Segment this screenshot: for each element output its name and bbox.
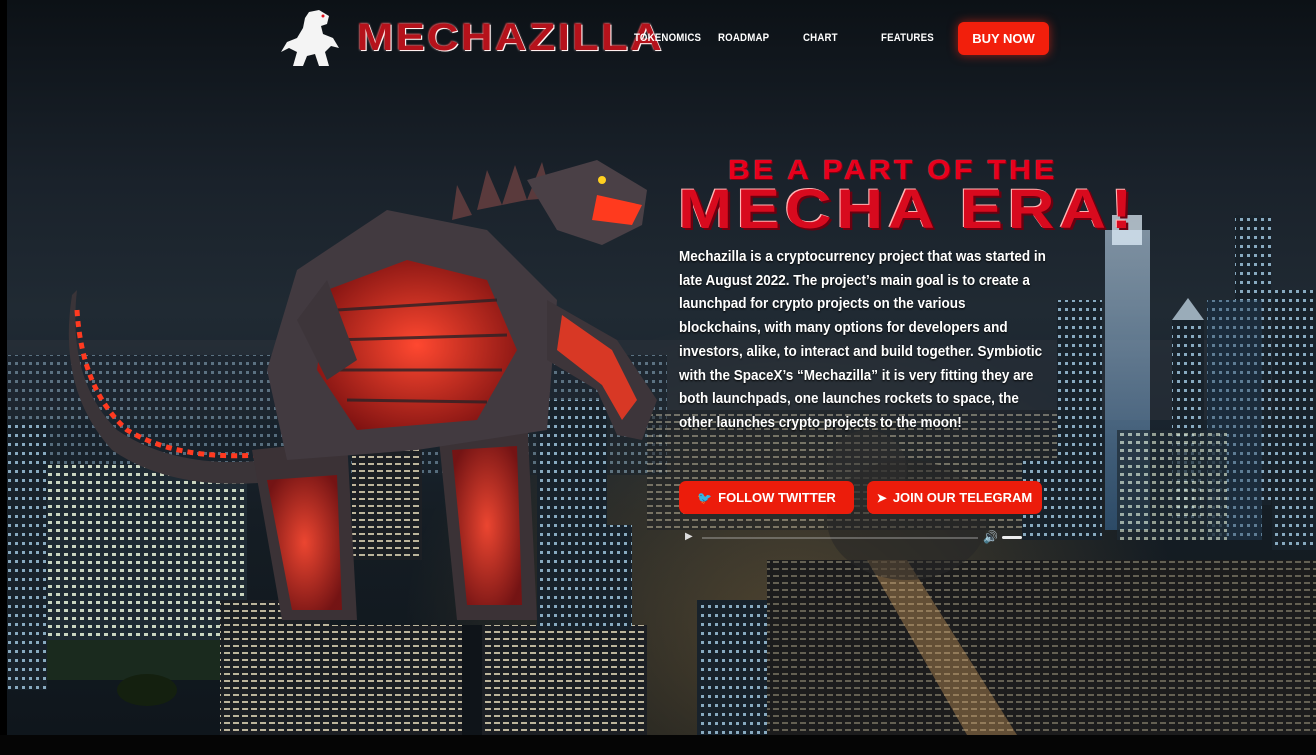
brand-name: MECHAZILLA [357, 16, 665, 59]
nav-features[interactable]: FEATURES [881, 32, 934, 44]
follow-twitter-label: FOLLOW TWITTER [718, 490, 836, 505]
hero-description: Mechazilla is a cryptocurrency project t… [679, 248, 1046, 431]
follow-twitter-button[interactable]: 🐦 FOLLOW TWITTER [679, 481, 854, 514]
telegram-plane-icon: ➤ [876, 490, 887, 505]
join-telegram-label: JOIN OUR TELEGRAM [892, 490, 1033, 505]
mechazilla-monster-icon [281, 10, 339, 66]
brand-logo[interactable]: MECHAZILLA [279, 8, 662, 68]
play-icon[interactable]: ▶ [685, 531, 693, 542]
join-telegram-button[interactable]: ➤ JOIN OUR TELEGRAM [867, 481, 1042, 514]
volume-icon[interactable]: 🔊 [983, 530, 998, 544]
audio-progress-track[interactable] [702, 537, 978, 539]
twitter-bird-icon: 🐦 [697, 490, 713, 505]
nav-roadmap[interactable]: ROADMAP [718, 32, 769, 44]
volume-slider[interactable] [1002, 536, 1022, 539]
bottom-bar [0, 735, 1316, 755]
hero-section: MECHAZILLA TOKENOMICS ROADMAP CHART FEAT… [7, 0, 1316, 735]
hero-headline: MECHA ERA! [678, 177, 1137, 240]
nav-tokenomics[interactable]: TOKENOMICS [634, 32, 701, 44]
nav-chart[interactable]: CHART [803, 32, 838, 44]
audio-player: ▶ 🔊 [680, 528, 1045, 548]
mechazilla-robot-image [68, 160, 657, 620]
buy-now-button[interactable]: BUY NOW [958, 22, 1049, 55]
